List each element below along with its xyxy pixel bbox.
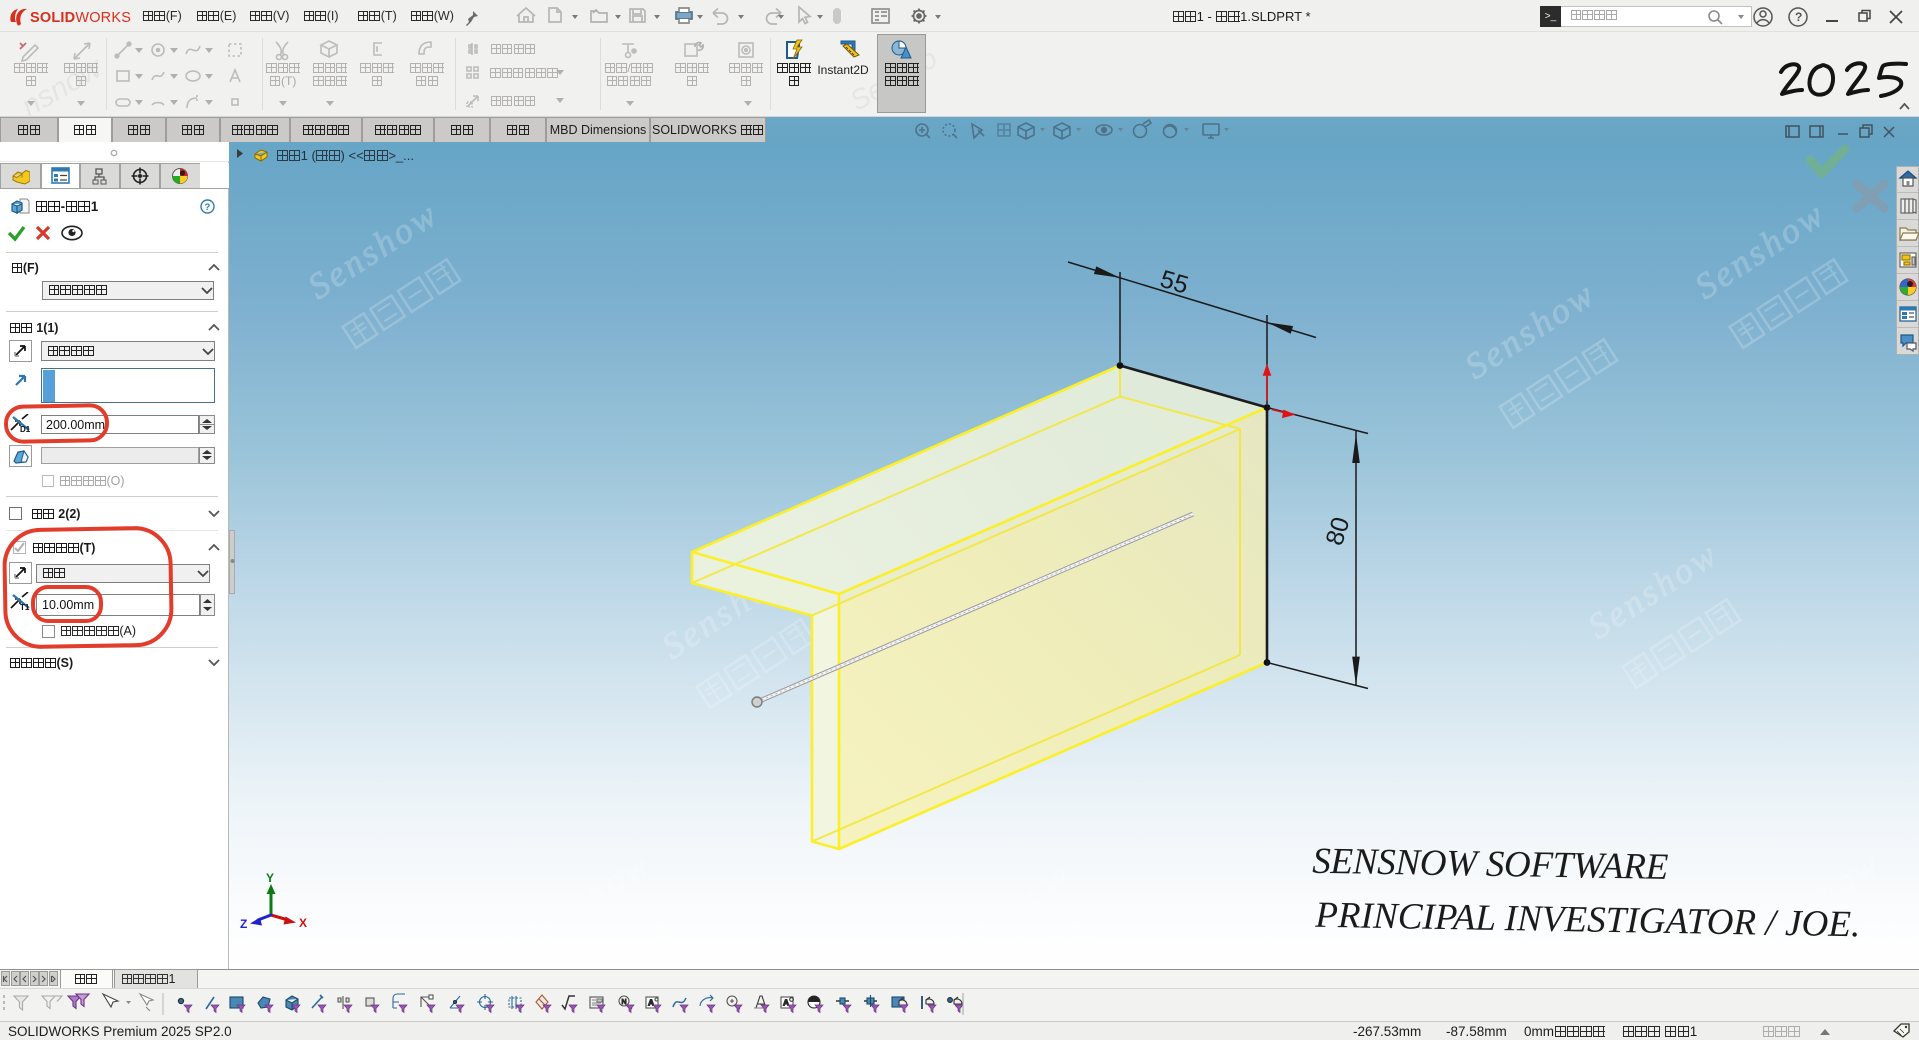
svg-text:X: X — [299, 916, 307, 930]
svg-text:A: A — [648, 998, 654, 1008]
svg-text:SENSNOW SOFTWARE: SENSNOW SOFTWARE — [1312, 841, 1671, 888]
svg-text:?: ? — [1795, 10, 1802, 24]
svg-text:A: A — [783, 998, 789, 1008]
svg-text:D1: D1 — [20, 425, 31, 434]
svg-text:Z: Z — [240, 917, 247, 931]
svg-text:Y: Y — [266, 871, 274, 885]
svg-text:SOLIDWORKS: SOLIDWORKS — [30, 10, 131, 26]
svg-text:T1: T1 — [20, 603, 30, 612]
svg-text:?: ? — [205, 202, 211, 213]
